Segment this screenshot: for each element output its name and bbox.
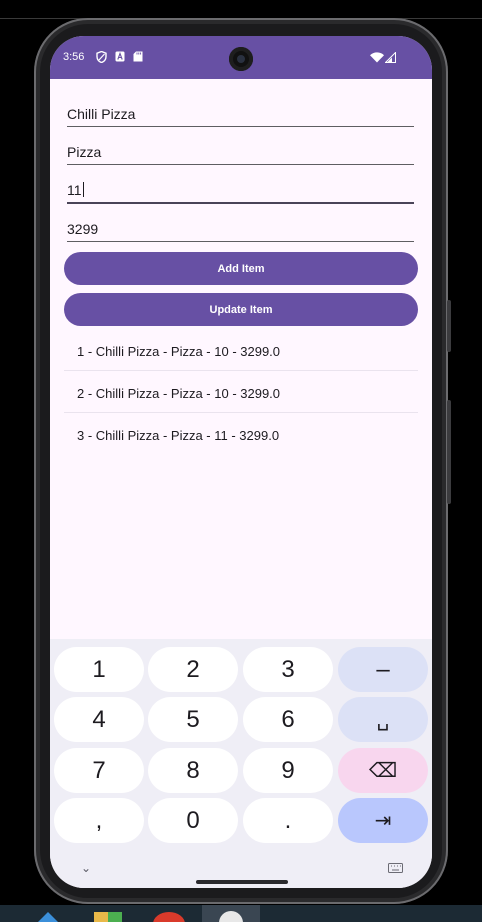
list-item[interactable]: 1 - Chilli Pizza - Pizza - 10 - 3299.0 <box>64 330 418 371</box>
key-5[interactable]: 5 <box>148 697 238 742</box>
key-minus[interactable]: – <box>338 647 428 692</box>
category-field-value: Pizza <box>67 144 102 160</box>
price-field-value: 3299 <box>67 221 99 237</box>
volume-button <box>447 400 451 504</box>
key-3[interactable]: 3 <box>243 647 333 692</box>
update-item-button[interactable]: Update Item <box>64 293 418 326</box>
key-7[interactable]: 7 <box>54 748 144 793</box>
key-0[interactable]: 0 <box>148 798 238 843</box>
hide-keyboard-icon[interactable]: ⌄ <box>81 861 91 875</box>
numeric-keyboard: 1 2 3 – 4 5 6 ␣ 7 8 9 ⌫ , 0 . ⇥ ⌄ <box>50 639 432 888</box>
list-item[interactable]: 3 - Chilli Pizza - Pizza - 11 - 3299.0 <box>64 414 418 455</box>
list-item-text: 2 - Chilli Pizza - Pizza - 10 - 3299.0 <box>77 386 281 401</box>
key-4[interactable]: 4 <box>54 697 144 742</box>
key-1[interactable]: 1 <box>54 647 144 692</box>
backspace-key[interactable]: ⌫ <box>338 748 428 793</box>
quantity-field-value: 11 <box>67 182 82 198</box>
price-field[interactable]: 3299 <box>67 211 414 242</box>
app-screen: 3:56 Chilli Pizza Pizza 11 3299 Add Item… <box>50 36 432 888</box>
add-item-button[interactable]: Add Item <box>64 252 418 285</box>
home-indicator[interactable] <box>196 880 288 884</box>
tab-key[interactable]: ⇥ <box>338 798 428 843</box>
keyboard-icon[interactable] <box>388 863 403 873</box>
list-item[interactable]: 2 - Chilli Pizza - Pizza - 10 - 3299.0 <box>64 372 418 413</box>
key-6[interactable]: 6 <box>243 697 333 742</box>
key-9[interactable]: 9 <box>243 748 333 793</box>
quantity-field[interactable]: 11 <box>67 172 414 204</box>
power-button <box>447 300 451 352</box>
app-icon[interactable] <box>94 912 122 922</box>
front-camera <box>229 47 253 71</box>
space-key[interactable]: ␣ <box>338 697 428 742</box>
sd-card-icon <box>133 51 143 62</box>
signal-icon <box>385 52 396 63</box>
status-time: 3:56 <box>63 51 85 63</box>
shield-icon <box>96 51 107 63</box>
list-item-text: 3 - Chilli Pizza - Pizza - 11 - 3299.0 <box>77 428 280 443</box>
a-badge-icon <box>115 51 125 62</box>
name-field[interactable]: Chilli Pizza <box>67 96 414 127</box>
text-cursor <box>82 182 84 197</box>
browser-icon[interactable] <box>152 912 186 922</box>
name-field-value: Chilli Pizza <box>67 106 136 122</box>
wifi-icon <box>370 52 384 63</box>
status-bar: 3:56 <box>50 36 432 79</box>
category-field[interactable]: Pizza <box>67 134 414 165</box>
play-icon[interactable] <box>36 912 58 922</box>
key-period[interactable]: . <box>243 798 333 843</box>
key-comma[interactable]: , <box>54 798 144 843</box>
studio-icon[interactable] <box>218 910 244 922</box>
key-8[interactable]: 8 <box>148 748 238 793</box>
key-2[interactable]: 2 <box>148 647 238 692</box>
list-item-text: 1 - Chilli Pizza - Pizza - 10 - 3299.0 <box>77 344 281 359</box>
